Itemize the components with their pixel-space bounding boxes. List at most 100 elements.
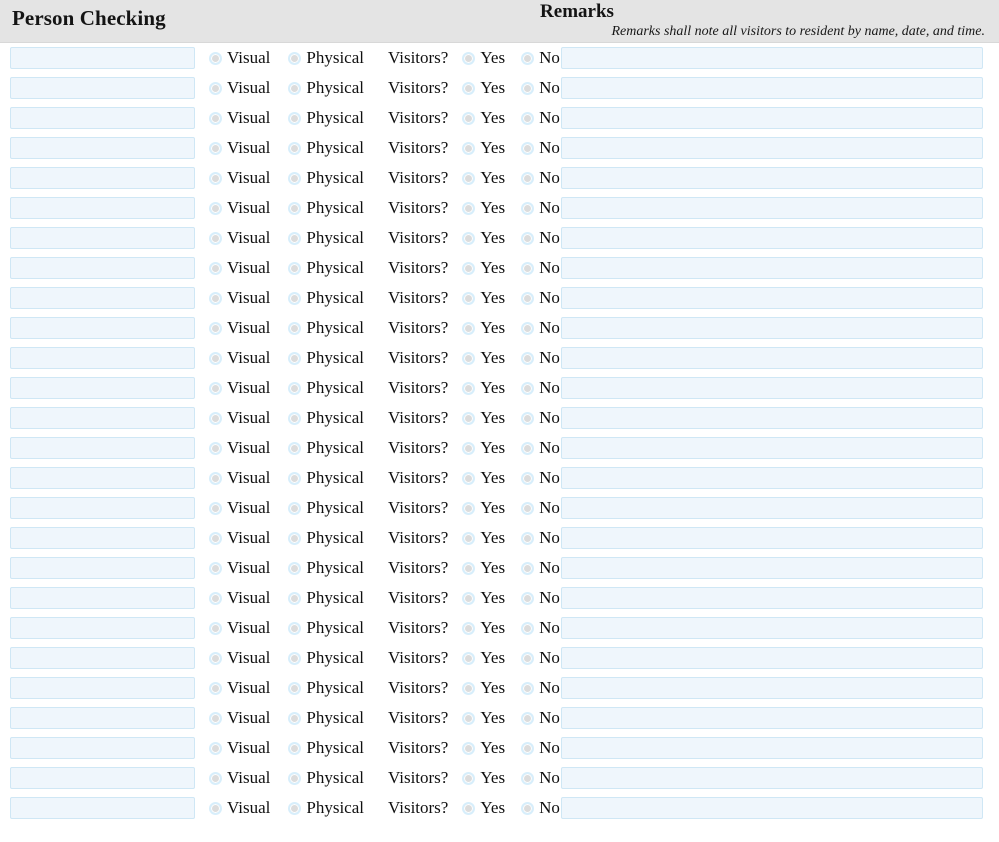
radio-option-visual[interactable]: Visual [209,288,270,308]
radio-option-visual[interactable]: Visual [209,678,270,698]
radio-option-visitors-no[interactable]: No [521,378,560,398]
radio-option-visitors-no[interactable]: No [521,528,560,548]
radio-option-visitors-yes[interactable]: Yes [462,708,505,728]
radio-button-icon[interactable] [462,441,476,455]
remarks-input[interactable] [561,107,983,129]
radio-option-visitors-no[interactable]: No [521,438,560,458]
radio-option-visual[interactable]: Visual [209,348,270,368]
person-checking-input[interactable] [10,647,195,669]
radio-button-icon[interactable] [288,681,302,695]
radio-option-visitors-yes[interactable]: Yes [462,468,505,488]
remarks-input[interactable] [561,257,983,279]
person-checking-input[interactable] [10,47,195,69]
remarks-input[interactable] [561,737,983,759]
radio-option-visitors-no[interactable]: No [521,678,560,698]
radio-option-visual[interactable]: Visual [209,558,270,578]
radio-option-visual[interactable]: Visual [209,618,270,638]
radio-option-visitors-no[interactable]: No [521,498,560,518]
radio-option-visitors-no[interactable]: No [521,558,560,578]
radio-option-physical[interactable]: Physical [288,558,364,578]
remarks-input[interactable] [561,617,983,639]
radio-button-icon[interactable] [521,441,535,455]
radio-option-visual[interactable]: Visual [209,78,270,98]
remarks-input[interactable] [561,347,983,369]
radio-button-icon[interactable] [521,201,535,215]
radio-option-physical[interactable]: Physical [288,198,364,218]
radio-button-icon[interactable] [288,471,302,485]
radio-button-icon[interactable] [521,381,535,395]
radio-button-icon[interactable] [209,531,222,545]
radio-option-visitors-no[interactable]: No [521,768,560,788]
radio-option-visitors-no[interactable]: No [521,618,560,638]
person-checking-input[interactable] [10,797,195,819]
radio-button-icon[interactable] [462,381,476,395]
radio-option-visual[interactable]: Visual [209,198,270,218]
radio-option-physical[interactable]: Physical [288,648,364,668]
radio-button-icon[interactable] [209,561,222,575]
radio-button-icon[interactable] [462,411,476,425]
radio-button-icon[interactable] [521,411,535,425]
person-checking-input[interactable] [10,137,195,159]
radio-button-icon[interactable] [521,111,535,125]
radio-option-physical[interactable]: Physical [288,708,364,728]
radio-button-icon[interactable] [462,531,476,545]
radio-option-visitors-no[interactable]: No [521,198,560,218]
person-checking-input[interactable] [10,767,195,789]
radio-button-icon[interactable] [521,51,535,65]
radio-button-icon[interactable] [462,501,476,515]
radio-option-visitors-yes[interactable]: Yes [462,408,505,428]
person-checking-input[interactable] [10,227,195,249]
radio-option-visitors-yes[interactable]: Yes [462,498,505,518]
radio-option-visitors-yes[interactable]: Yes [462,198,505,218]
radio-button-icon[interactable] [462,201,476,215]
radio-option-visual[interactable]: Visual [209,588,270,608]
remarks-input[interactable] [561,587,983,609]
person-checking-input[interactable] [10,437,195,459]
radio-option-visitors-yes[interactable]: Yes [462,768,505,788]
radio-button-icon[interactable] [288,201,302,215]
radio-option-physical[interactable]: Physical [288,348,364,368]
radio-button-icon[interactable] [521,351,535,365]
person-checking-input[interactable] [10,497,195,519]
radio-button-icon[interactable] [462,261,476,275]
radio-button-icon[interactable] [209,261,222,275]
radio-button-icon[interactable] [462,111,476,125]
radio-option-physical[interactable]: Physical [288,678,364,698]
radio-option-visitors-no[interactable]: No [521,468,560,488]
radio-option-physical[interactable]: Physical [288,108,364,128]
radio-option-physical[interactable]: Physical [288,378,364,398]
radio-option-visitors-no[interactable]: No [521,228,560,248]
radio-button-icon[interactable] [209,501,222,515]
radio-option-visitors-no[interactable]: No [521,48,560,68]
radio-button-icon[interactable] [288,291,302,305]
radio-option-visual[interactable]: Visual [209,408,270,428]
radio-button-icon[interactable] [462,321,476,335]
radio-option-visual[interactable]: Visual [209,708,270,728]
radio-option-visitors-no[interactable]: No [521,318,560,338]
radio-button-icon[interactable] [288,261,302,275]
radio-button-icon[interactable] [209,441,222,455]
radio-button-icon[interactable] [462,651,476,665]
radio-option-visual[interactable]: Visual [209,258,270,278]
person-checking-input[interactable] [10,377,195,399]
radio-option-visual[interactable]: Visual [209,138,270,158]
radio-button-icon[interactable] [521,81,535,95]
radio-button-icon[interactable] [521,531,535,545]
radio-button-icon[interactable] [209,801,222,815]
person-checking-input[interactable] [10,107,195,129]
radio-button-icon[interactable] [288,411,302,425]
radio-button-icon[interactable] [288,111,302,125]
radio-button-icon[interactable] [521,741,535,755]
radio-button-icon[interactable] [288,501,302,515]
radio-option-visual[interactable]: Visual [209,528,270,548]
remarks-input[interactable] [561,767,983,789]
radio-option-physical[interactable]: Physical [288,228,364,248]
radio-option-visitors-no[interactable]: No [521,738,560,758]
remarks-input[interactable] [561,137,983,159]
person-checking-input[interactable] [10,287,195,309]
radio-button-icon[interactable] [288,591,302,605]
radio-option-visitors-no[interactable]: No [521,108,560,128]
radio-option-visual[interactable]: Visual [209,468,270,488]
remarks-input[interactable] [561,197,983,219]
radio-option-visitors-no[interactable]: No [521,708,560,728]
